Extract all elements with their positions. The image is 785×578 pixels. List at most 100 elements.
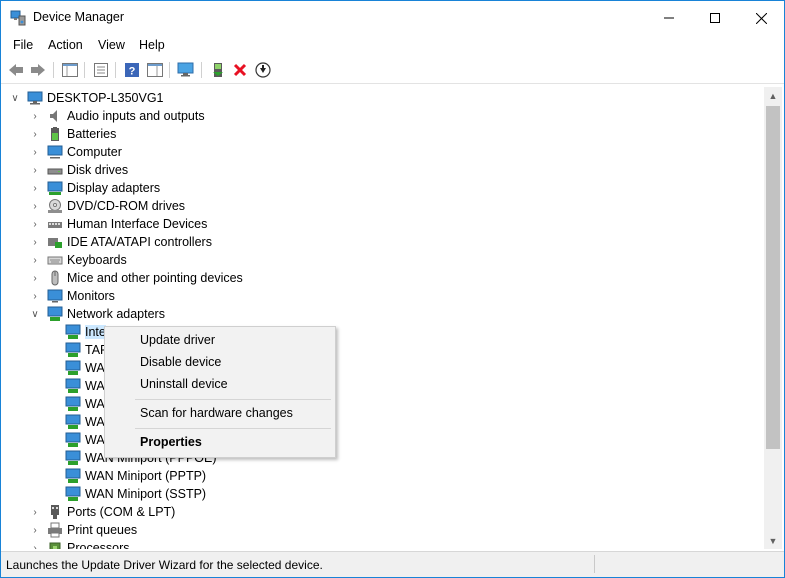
expand-chevron-icon[interactable]: ›	[29, 287, 41, 305]
uninstall-toolbar-button[interactable]	[230, 60, 250, 80]
network-adapter-icon	[47, 306, 63, 321]
disable-device-toolbar-button[interactable]	[253, 60, 273, 80]
scroll-thumb[interactable]	[766, 106, 780, 449]
tree-category-label: DVD/CD-ROM drives	[67, 199, 186, 213]
svg-text:?: ?	[129, 66, 136, 78]
expand-chevron-icon[interactable]: ›	[29, 143, 41, 161]
expand-chevron-icon[interactable]: ›	[29, 539, 41, 550]
tree-category-display-adapters[interactable]: › Display adapters	[29, 179, 160, 197]
expand-chevron-icon[interactable]: ›	[29, 233, 41, 251]
expand-chevron-icon[interactable]: ›	[29, 179, 41, 197]
scan-hardware-toolbar-button[interactable]	[176, 60, 196, 80]
tree-category-label: Human Interface Devices	[67, 217, 208, 231]
tree-category-keyboards[interactable]: › Keyboards	[29, 251, 127, 269]
tree-category-label: Monitors	[67, 289, 115, 303]
tree-category-label: IDE ATA/ATAPI controllers	[67, 235, 212, 249]
processor-icon	[49, 542, 61, 549]
window-title: Device Manager	[33, 10, 125, 24]
printer-icon	[48, 522, 62, 538]
show-hide-console-tree-button[interactable]	[60, 60, 80, 80]
toolbar-separator	[169, 62, 170, 78]
expand-chevron-icon[interactable]: ›	[29, 269, 41, 287]
dvd-drive-icon	[48, 199, 62, 213]
tree-category-mice[interactable]: › Mice and other pointing devices	[29, 269, 243, 287]
network-adapter-item[interactable]: TAP	[65, 341, 108, 359]
tree-category-label: Audio inputs and outputs	[67, 109, 205, 123]
close-button[interactable]	[738, 1, 784, 35]
expand-chevron-icon[interactable]: ›	[29, 251, 41, 269]
tree-category-label: Display adapters	[67, 181, 161, 195]
collapse-chevron-icon[interactable]: ∨	[29, 305, 41, 323]
scroll-up-arrow-icon: ▲	[768, 90, 778, 101]
context-scan-hardware[interactable]: Scan for hardware changes	[106, 403, 334, 425]
disk-drive-icon	[47, 168, 63, 175]
tree-category-ports[interactable]: › Ports (COM & LPT)	[29, 503, 175, 521]
tree-category-batteries[interactable]: › Batteries	[29, 125, 116, 143]
expand-chevron-icon[interactable]: ›	[29, 215, 41, 233]
red-x-icon	[233, 63, 247, 77]
ide-controller-icon	[48, 238, 62, 248]
tree-category-disk-drives[interactable]: › Disk drives	[29, 161, 128, 179]
scroll-down-button[interactable]: ▼	[764, 532, 782, 549]
tree-category-monitors[interactable]: › Monitors	[29, 287, 115, 305]
expand-chevron-icon[interactable]: ›	[29, 107, 41, 125]
disable-device-icon	[255, 62, 271, 78]
tree-category-label: Mice and other pointing devices	[67, 271, 243, 285]
update-driver-toolbar-button[interactable]	[208, 60, 228, 80]
tree-category-label: Keyboards	[67, 253, 127, 267]
toolbar: ?	[1, 57, 784, 84]
context-properties[interactable]: Properties	[106, 432, 334, 454]
collapse-chevron-icon[interactable]: ∨	[9, 89, 21, 107]
status-text: Launches the Update Driver Wizard for th…	[6, 558, 323, 572]
help-icon: ?	[125, 63, 139, 78]
expand-chevron-icon[interactable]: ›	[29, 503, 41, 521]
tree-category-label: Network adapters	[67, 307, 165, 321]
mouse-icon	[51, 270, 59, 286]
device-manager-app-icon	[10, 10, 26, 26]
tree-category-hid[interactable]: › Human Interface Devices	[29, 215, 207, 233]
properties-sheet-icon	[94, 63, 108, 77]
back-arrow-icon	[9, 64, 23, 76]
expand-chevron-icon[interactable]: ›	[29, 125, 41, 143]
status-bar: Launches the Update Driver Wizard for th…	[1, 551, 784, 577]
expand-chevron-icon[interactable]: ›	[29, 161, 41, 179]
title-bar: Device Manager	[1, 1, 784, 35]
vertical-scrollbar[interactable]: ▲ ▼	[764, 87, 782, 549]
tree-category-processors[interactable]: › Processors	[29, 539, 130, 549]
network-adapter-item[interactable]: WAN Miniport (SSTP)	[65, 485, 206, 503]
minimize-icon	[664, 17, 674, 19]
menu-help[interactable]: Help	[139, 38, 165, 52]
minimize-button[interactable]	[646, 1, 692, 35]
tree-root-node[interactable]: ∨ DESKTOP-L350VG1	[9, 89, 164, 107]
context-disable-device[interactable]: Disable device	[106, 352, 334, 374]
context-menu: Update driver Disable device Uninstall d…	[104, 326, 336, 458]
forward-button[interactable]	[28, 60, 48, 80]
computer-icon	[27, 91, 43, 105]
expand-chevron-icon[interactable]: ›	[29, 521, 41, 539]
tree-category-dvd-drives[interactable]: › DVD/CD-ROM drives	[29, 197, 185, 215]
network-adapter-item[interactable]: WAN Miniport (PPTP)	[65, 467, 206, 485]
properties-toolbar-button[interactable]	[91, 60, 111, 80]
tree-category-audio[interactable]: › Audio inputs and outputs	[29, 107, 205, 125]
maximize-button[interactable]	[692, 1, 738, 35]
network-adapter-icon	[65, 396, 81, 411]
menu-view[interactable]: View	[98, 38, 125, 52]
tree-category-computer[interactable]: › Computer	[29, 143, 122, 161]
context-item-label: Properties	[140, 435, 202, 449]
network-adapter-label: Inte	[85, 325, 106, 339]
menu-file[interactable]: File	[13, 38, 33, 52]
help-toolbar-button[interactable]: ?	[122, 60, 142, 80]
action-pane-button[interactable]	[145, 60, 165, 80]
tree-category-ide-controllers[interactable]: › IDE ATA/ATAPI controllers	[29, 233, 212, 251]
back-button[interactable]	[6, 60, 26, 80]
context-update-driver[interactable]: Update driver	[106, 330, 334, 352]
tree-root-label: DESKTOP-L350VG1	[47, 91, 164, 105]
menu-action[interactable]: Action	[48, 38, 83, 52]
scroll-up-button[interactable]: ▲	[764, 87, 782, 104]
context-uninstall-device[interactable]: Uninstall device	[106, 374, 334, 396]
keyboard-icon	[47, 256, 63, 265]
expand-chevron-icon[interactable]: ›	[29, 197, 41, 215]
tree-category-label: Batteries	[67, 127, 117, 141]
tree-category-print-queues[interactable]: › Print queues	[29, 521, 137, 539]
tree-category-network-adapters[interactable]: ∨ Network adapters	[29, 305, 165, 323]
